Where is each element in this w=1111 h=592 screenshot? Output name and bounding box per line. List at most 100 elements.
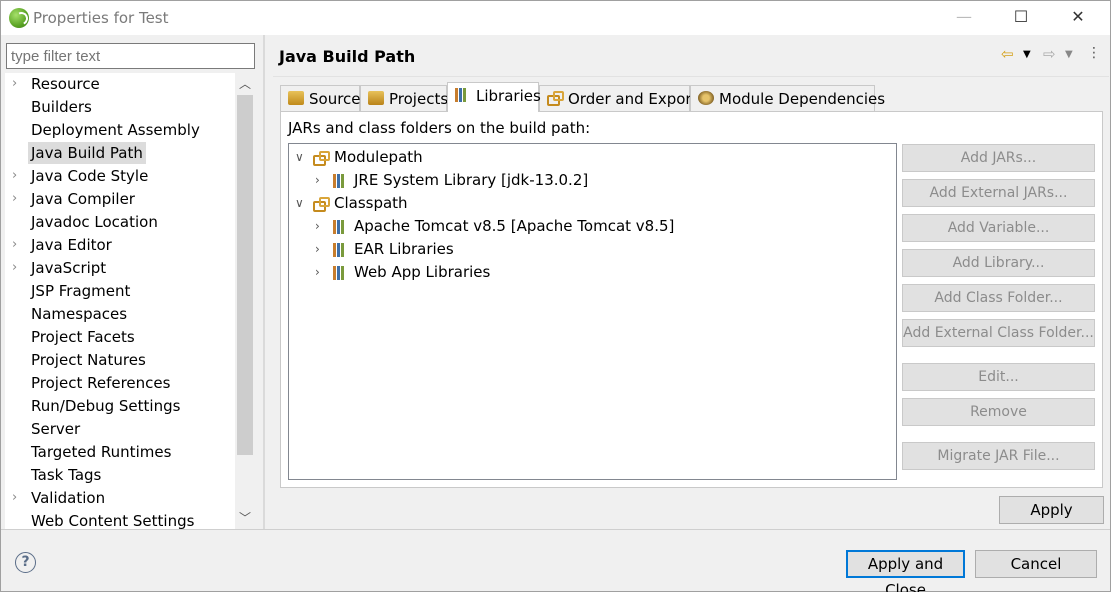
category-item[interactable]: › Resource [5, 73, 237, 95]
projects-folder-icon [368, 91, 384, 105]
category-item[interactable]: Javadoc Location [5, 211, 237, 233]
category-label: Java Build Path [28, 142, 146, 164]
category-item[interactable]: › Validation [5, 487, 237, 509]
window-title: Properties for Test [33, 9, 169, 27]
page-title: Java Build Path [279, 47, 416, 66]
scroll-up-icon[interactable]: ︿ [235, 73, 255, 95]
category-label: Deployment Assembly [31, 121, 200, 139]
category-label: JavaScript [31, 259, 107, 277]
property-category-tree: › Resource Builders Deployment Assembly Java… [5, 73, 237, 529]
properties-dialog: Properties for Test — ☐ ✕ › Resource Build… [0, 0, 1111, 592]
library-icon [333, 220, 349, 234]
category-label: JSP Fragment [31, 282, 131, 300]
cancel-button[interactable]: Cancel [975, 550, 1097, 578]
category-scrollbar[interactable]: ︿ ﹀ [235, 73, 255, 529]
category-item[interactable]: › Java Compiler [5, 188, 237, 210]
category-label: Builders [31, 98, 92, 116]
source-folder-icon [288, 91, 304, 105]
apply-button[interactable]: Apply [999, 496, 1104, 524]
edit-button[interactable]: Edit... [902, 363, 1095, 391]
close-button[interactable]: ✕ [1055, 1, 1101, 35]
chevron-down-icon[interactable]: ∨ [295, 192, 304, 214]
add-class-folder-button[interactable]: Add Class Folder... [902, 284, 1095, 312]
category-label: Project Facets [31, 328, 135, 346]
category-item[interactable]: › Java Editor [5, 234, 237, 256]
chevron-right-icon[interactable]: › [315, 169, 320, 191]
category-label: Javadoc Location [31, 213, 158, 231]
order-export-icon [547, 91, 564, 106]
filter-input[interactable] [6, 43, 255, 69]
library-icon [333, 266, 349, 280]
category-label: Resource [31, 75, 100, 93]
build-path-label: JARs and class folders on the build path… [288, 119, 591, 137]
tab-module-dependencies[interactable]: Module Dependencies [690, 85, 885, 112]
modulepath-icon [313, 151, 330, 166]
category-item[interactable]: Task Tags [5, 464, 237, 486]
migrate-jar-file-button[interactable]: Migrate JAR File... [902, 442, 1095, 470]
view-menu-icon[interactable]: ⋮ [1087, 45, 1101, 61]
add-jars-button[interactable]: Add JARs... [902, 144, 1095, 172]
tab-source[interactable]: Source [280, 85, 361, 112]
category-item[interactable]: Project Natures [5, 349, 237, 371]
chevron-down-icon[interactable]: ∨ [295, 146, 304, 168]
scrollbar-thumb[interactable] [237, 95, 253, 455]
library-icon [333, 174, 349, 188]
libraries-tree[interactable]: ∨ Modulepath › JRE System Library [jdk-1… [288, 143, 897, 480]
back-dropdown-icon[interactable]: ▼ [1023, 49, 1031, 60]
scroll-down-icon[interactable]: ﹀ [235, 507, 255, 529]
category-item[interactable]: Project Facets [5, 326, 237, 348]
category-label: Project References [31, 374, 171, 392]
category-label: Run/Debug Settings [31, 397, 181, 415]
add-variable-button[interactable]: Add Variable... [902, 214, 1095, 242]
category-item[interactable]: Builders [5, 96, 237, 118]
category-item[interactable]: Targeted Runtimes [5, 441, 237, 463]
apply-and-close-button[interactable]: Apply and Close [846, 550, 965, 592]
back-arrow-icon[interactable]: ⇦ [1001, 45, 1014, 63]
category-label: Namespaces [31, 305, 128, 323]
remove-button[interactable]: Remove [902, 398, 1095, 426]
tab-order-and-export[interactable]: Order and Export [539, 85, 698, 112]
classpath-icon [313, 197, 330, 212]
category-label: Web Content Settings [31, 512, 195, 529]
category-item[interactable]: Java Build Path [5, 142, 237, 164]
help-icon[interactable]: ? [15, 552, 36, 573]
minimize-button[interactable]: — [941, 1, 987, 35]
maximize-button[interactable]: ☐ [998, 1, 1044, 35]
forward-arrow-icon[interactable]: ⇨ [1043, 45, 1056, 63]
chevron-right-icon[interactable]: › [315, 238, 320, 260]
chevron-right-icon[interactable]: › [12, 257, 17, 279]
category-item[interactable]: JSP Fragment [5, 280, 237, 302]
category-item[interactable]: Project References [5, 372, 237, 394]
title-bar: Properties for Test — ☐ ✕ [1, 1, 1110, 35]
footer-separator [1, 529, 1110, 530]
tab-projects[interactable]: Projects [360, 85, 448, 112]
category-item[interactable]: › JavaScript [5, 257, 237, 279]
chevron-right-icon[interactable]: › [12, 73, 17, 95]
module-dependencies-icon [698, 91, 714, 105]
chevron-right-icon[interactable]: › [12, 165, 17, 187]
category-item[interactable]: Namespaces [5, 303, 237, 325]
add-library-button[interactable]: Add Library... [902, 249, 1095, 277]
category-item[interactable]: Web Content Settings [5, 510, 237, 529]
category-item[interactable]: Run/Debug Settings [5, 395, 237, 417]
chevron-right-icon[interactable]: › [12, 188, 17, 210]
chevron-right-icon[interactable]: › [12, 234, 17, 256]
category-label: Task Tags [31, 466, 102, 484]
category-label: Project Natures [31, 351, 146, 369]
category-item[interactable]: Deployment Assembly [5, 119, 237, 141]
library-icon [333, 243, 349, 257]
category-item[interactable]: Server [5, 418, 237, 440]
category-item[interactable]: › Java Code Style [5, 165, 237, 187]
category-label: Java Compiler [31, 190, 135, 208]
add-external-jars-button[interactable]: Add External JARs... [902, 179, 1095, 207]
chevron-right-icon[interactable]: › [12, 487, 17, 509]
category-label: Java Editor [31, 236, 112, 254]
chevron-right-icon[interactable]: › [315, 215, 320, 237]
chevron-right-icon[interactable]: › [315, 261, 320, 283]
forward-dropdown-icon[interactable]: ▼ [1065, 49, 1073, 60]
tab-libraries[interactable]: Libraries [447, 82, 541, 112]
pane-divider[interactable] [263, 35, 265, 530]
category-label: Java Code Style [31, 167, 149, 185]
libraries-icon [455, 88, 471, 102]
add-external-class-folder-button[interactable]: Add External Class Folder... [902, 319, 1095, 347]
